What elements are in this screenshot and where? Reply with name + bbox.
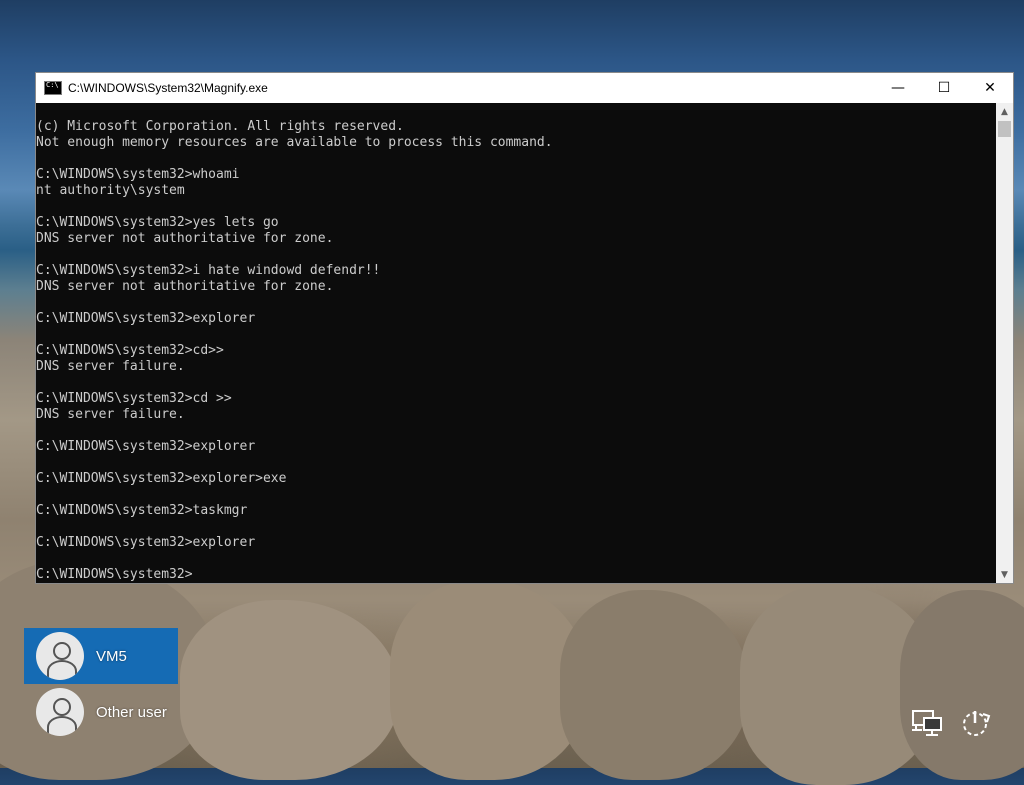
console-line: DNS server not authoritative for zone. <box>36 279 334 294</box>
console-line: DNS server failure. <box>36 359 185 374</box>
user-name: Other user <box>96 703 167 721</box>
scrollbar-thumb[interactable] <box>998 121 1011 137</box>
console-line: DNS server failure. <box>36 407 185 422</box>
console-line: C:\WINDOWS\system32>i hate windowd defen… <box>36 263 381 278</box>
scroll-down-arrow-icon[interactable]: ▼ <box>996 566 1013 583</box>
power-icon[interactable] <box>958 706 992 740</box>
console-line: C:\WINDOWS\system32>taskmgr <box>36 503 248 518</box>
console-line: Not enough memory resources are availabl… <box>36 135 553 150</box>
title-bar[interactable]: C:\WINDOWS\System32\Magnify.exe — ☐ ✕ <box>36 73 1013 103</box>
user-tile-vm5[interactable]: VM5 <box>24 628 178 684</box>
background-rock <box>180 600 400 780</box>
console-line: C:\WINDOWS\system32>explorer <box>36 439 256 454</box>
console-line: C:\WINDOWS\system32>explorer <box>36 535 256 550</box>
console-line: C:\WINDOWS\system32> <box>36 567 193 582</box>
background-rock <box>560 590 750 780</box>
window-title: C:\WINDOWS\System32\Magnify.exe <box>68 81 268 95</box>
console-line: C:\WINDOWS\system32>whoami <box>36 167 240 182</box>
console-line: C:\WINDOWS\system32>yes lets go <box>36 215 279 230</box>
console-line: C:\WINDOWS\system32>explorer>exe <box>36 471 287 486</box>
user-tile-other-user[interactable]: Other user <box>24 684 178 740</box>
maximize-button[interactable]: ☐ <box>921 73 967 103</box>
user-name: VM5 <box>96 647 127 665</box>
network-icon[interactable] <box>910 706 944 740</box>
scroll-up-arrow-icon[interactable]: ▲ <box>996 103 1013 120</box>
console-line: C:\WINDOWS\system32>cd>> <box>36 343 224 358</box>
background-rock <box>900 590 1024 780</box>
user-avatar-icon <box>36 688 84 736</box>
console-window[interactable]: C:\WINDOWS\System32\Magnify.exe — ☐ ✕ (c… <box>36 73 1013 583</box>
user-avatar-icon <box>36 632 84 680</box>
console-line: (c) Microsoft Corporation. All rights re… <box>36 119 404 134</box>
console-app-icon <box>44 81 62 95</box>
close-button[interactable]: ✕ <box>967 73 1013 103</box>
vertical-scrollbar[interactable]: ▲ ▼ <box>996 103 1013 583</box>
console-output[interactable]: (c) Microsoft Corporation. All rights re… <box>36 119 996 582</box>
console-line: C:\WINDOWS\system32>cd >> <box>36 391 232 406</box>
console-line: DNS server not authoritative for zone. <box>36 231 334 246</box>
console-line: nt authority\system <box>36 183 185 198</box>
minimize-button[interactable]: — <box>875 73 921 103</box>
console-line: C:\WINDOWS\system32>explorer <box>36 311 256 326</box>
